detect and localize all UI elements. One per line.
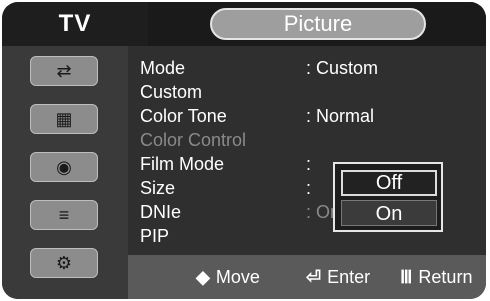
move-icon: ◆: [196, 267, 210, 287]
menu-item-size[interactable]: Size: [140, 176, 175, 200]
menu-item-mode[interactable]: Mode: [140, 56, 185, 80]
color-tone-value: : Normal: [306, 106, 375, 126]
move-label: Move: [215, 267, 260, 287]
navigation-hint-bar: ◆ Move ⏎ Enter Ⅲ Return: [128, 255, 486, 299]
mode-value: : Custom: [306, 58, 379, 78]
menu-item-custom[interactable]: Custom: [140, 80, 202, 104]
enter-label: Enter: [327, 267, 371, 287]
menu-item-color-control: Color Control: [140, 130, 247, 150]
return-hint: Ⅲ Return: [400, 265, 472, 289]
picture-title: Picture: [283, 11, 353, 36]
picture-menu: Mode : Custom Custom Color Tone : Normal…: [128, 46, 486, 256]
film-mode-dropdown[interactable]: Off On: [333, 162, 443, 232]
sound-icon[interactable]: ◉: [30, 152, 98, 182]
dropdown-option-off[interactable]: Off: [341, 170, 437, 196]
enter-hint: ⏎ Enter: [306, 265, 370, 289]
tv-tab: TV: [2, 2, 148, 46]
return-icon: Ⅲ: [400, 267, 413, 287]
menu-item-dnie[interactable]: DNIe: [140, 200, 181, 224]
picture-title-pill: Picture: [210, 8, 426, 40]
osd-frame: TV Picture ⇄ ▦ ◉ ≡ ⚙ Mode : Custom Custo…: [2, 2, 486, 299]
channel-icon[interactable]: ≡: [30, 200, 98, 230]
setup-icon[interactable]: ⚙: [30, 248, 98, 278]
picture-icon[interactable]: ▦: [30, 104, 98, 134]
menu-item-pip[interactable]: PIP: [140, 224, 169, 248]
move-hint: ◆ Move: [196, 265, 260, 289]
menu-item-color-tone[interactable]: Color Tone: [140, 104, 227, 128]
return-label: Return: [418, 267, 473, 287]
dropdown-option-on[interactable]: On: [341, 200, 437, 226]
film-mode-colon: :: [306, 154, 312, 174]
input-icon[interactable]: ⇄: [30, 56, 98, 86]
category-icon-column: ⇄ ▦ ◉ ≡ ⚙: [2, 46, 128, 299]
tv-osd-screen: TV Picture ⇄ ▦ ◉ ≡ ⚙ Mode : Custom Custo…: [0, 0, 490, 301]
size-colon: :: [306, 178, 312, 198]
enter-icon: ⏎: [306, 267, 322, 287]
tv-label: TV: [58, 10, 92, 37]
menu-item-film-mode[interactable]: Film Mode: [140, 152, 224, 176]
